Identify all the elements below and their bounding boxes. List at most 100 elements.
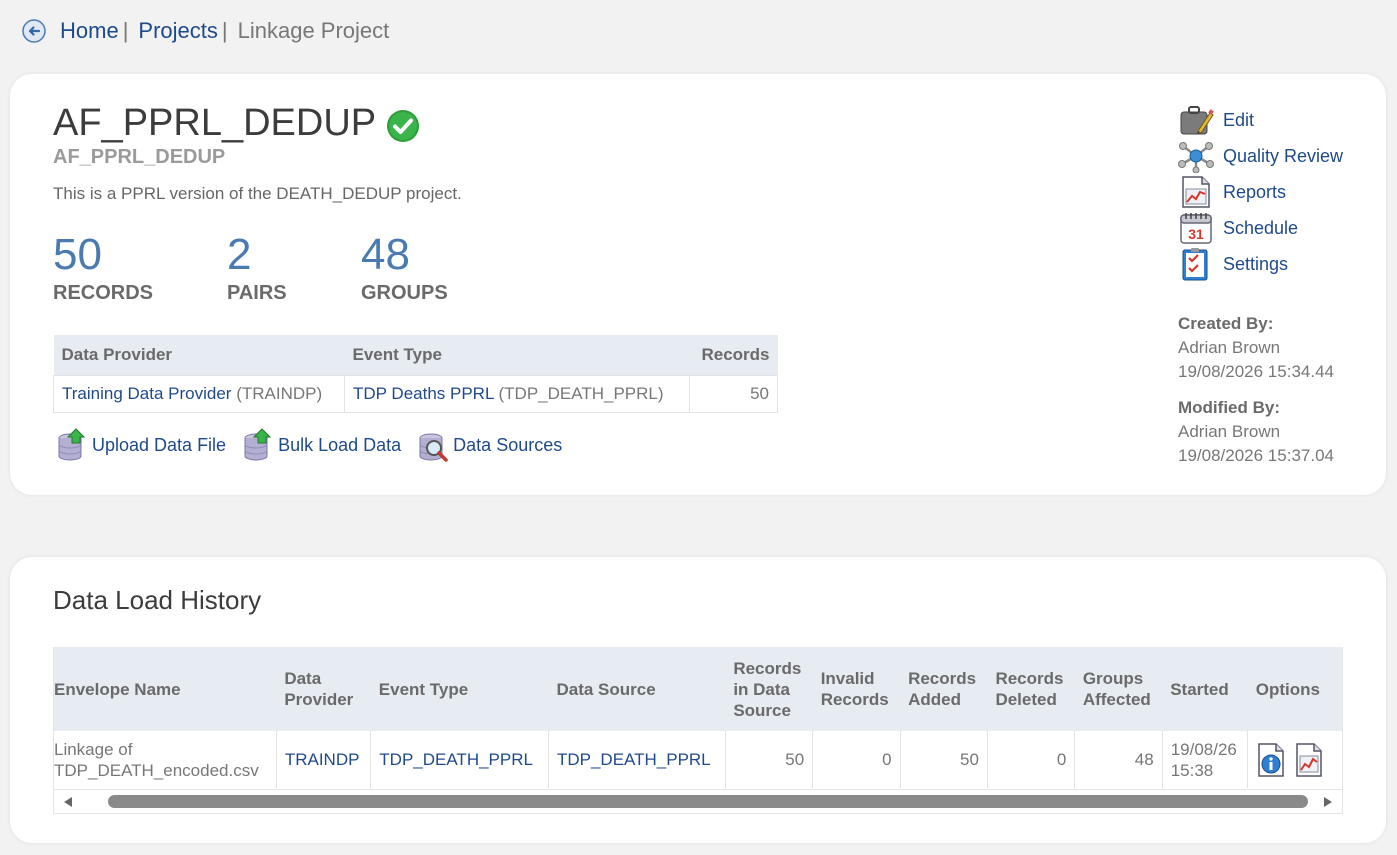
data-source-cell: TDP_DEATH_PPRL xyxy=(548,731,726,788)
options-cell xyxy=(1248,731,1342,788)
info-document-icon[interactable] xyxy=(1256,742,1286,778)
provider-link[interactable]: Training Data Provider xyxy=(62,384,231,403)
header-line: in Data xyxy=(733,679,790,699)
edit-menu-item[interactable]: Edit xyxy=(1178,102,1343,138)
stat-pairs: 2 PAIRS xyxy=(227,230,287,305)
schedule-link: Schedule xyxy=(1223,217,1299,238)
event-type-cell: TDP Deaths PPRL (TDP_DEATH_PPRL) xyxy=(344,374,690,413)
project-description: This is a PPRL version of the DEATH_DEDU… xyxy=(53,184,462,203)
upload-data-file-button[interactable]: Upload Data File xyxy=(56,428,226,462)
header-line: Records xyxy=(995,669,1064,688)
check-circle-icon xyxy=(387,109,420,142)
started-cell: 19/08/26 15:38 xyxy=(1162,731,1249,788)
event-type-link[interactable]: TDP_DEATH_PPRL xyxy=(379,750,533,769)
records-in-source-cell: 50 xyxy=(725,731,814,788)
stat-groups: 48 GROUPS xyxy=(361,230,448,305)
upload-data-file-label: Upload Data File xyxy=(92,434,227,455)
back-arrow-icon[interactable] xyxy=(22,19,46,43)
database-upload-icon xyxy=(58,428,86,461)
breadcrumb-projects-link[interactable]: Projects xyxy=(138,18,217,44)
column-header-event-type: Event Type xyxy=(344,335,690,375)
history-table: Envelope Name Data Provider Event Type D… xyxy=(54,647,1342,788)
header-line: Affected xyxy=(1082,690,1151,709)
svg-text:31: 31 xyxy=(1188,226,1204,242)
table-row: Training Data Provider (TRAINDP) TDP Dea… xyxy=(53,374,778,413)
horizontal-scrollbar[interactable] xyxy=(54,789,1342,813)
project-side-menu: Edit Quality Review Reports 31 Schedule … xyxy=(1178,102,1343,282)
modified-by-label: Modified By: xyxy=(1178,398,1280,417)
database-upload-icon xyxy=(244,428,272,461)
data-sources-label: Data Sources xyxy=(453,434,563,455)
scrollbar-thumb[interactable] xyxy=(108,795,1308,808)
started-time: 15:38 xyxy=(1170,760,1214,780)
header-line: Source xyxy=(733,700,791,720)
checklist-icon xyxy=(1182,248,1208,281)
stat-label: PAIRS xyxy=(227,282,287,304)
records-added-cell: 50 xyxy=(900,731,988,788)
scroll-right-arrow-icon[interactable] xyxy=(1324,797,1332,807)
column-header-records-deleted: Records Deleted xyxy=(987,647,1075,731)
event-type-code: (TDP_DEATH_PPRL) xyxy=(498,383,664,403)
header-line: Groups xyxy=(1082,669,1144,688)
column-header-data-provider: Data Provider xyxy=(53,335,345,375)
stat-records: 50 RECORDS xyxy=(53,230,153,305)
event-type-link[interactable]: TDP Deaths PPRL xyxy=(353,384,494,403)
schedule-menu-item[interactable]: 31 Schedule xyxy=(1178,210,1343,246)
breadcrumb-separator: | xyxy=(221,18,228,43)
settings-menu-item[interactable]: Settings xyxy=(1178,246,1343,282)
project-code: AF_PPRL_DEDUP xyxy=(53,146,226,168)
envelope-name-cell: Linkage of TDP_DEATH_encoded.csv xyxy=(54,731,277,788)
report-chart-icon[interactable] xyxy=(1294,742,1324,778)
column-header-data-provider: Data Provider xyxy=(276,647,371,731)
data-sources-button[interactable]: Data Sources xyxy=(417,428,562,462)
provider-code: (TRAINDP) xyxy=(236,383,323,403)
column-header-records-in-source: Records in Data Source xyxy=(725,647,813,731)
data-source-link[interactable]: TDP_DEATH_PPRL xyxy=(557,750,711,769)
report-chart-icon xyxy=(1182,176,1210,208)
header-line: Records xyxy=(908,669,977,688)
provider-cell: TRAINDP xyxy=(276,731,372,788)
modified-by-name: Adrian Brown xyxy=(1178,422,1281,441)
column-header-envelope-name: Envelope Name xyxy=(54,647,277,731)
records-cell: 50 xyxy=(689,374,778,413)
created-by-block: Created By: Adrian Brown 19/08/2026 15:3… xyxy=(1178,312,1334,384)
invalid-records-cell: 0 xyxy=(812,731,901,788)
data-provider-table: Data Provider Event Type Records Trainin… xyxy=(53,335,778,413)
column-header-started: Started xyxy=(1162,647,1248,731)
briefcase-edit-icon xyxy=(1180,106,1214,135)
header-line: Added xyxy=(908,690,961,709)
column-header-records-added: Records Added xyxy=(900,647,988,731)
envelope-line: TDP_DEATH_encoded.csv xyxy=(54,760,259,780)
data-load-history-card: Data Load History Envelope Name Data Pro… xyxy=(10,557,1386,843)
breadcrumb: Home | Projects | Linkage Project xyxy=(22,14,389,48)
data-actions: Upload Data File Bulk Load Data Data Sou… xyxy=(56,428,578,462)
provider-cell: Training Data Provider (TRAINDP) xyxy=(53,374,345,413)
stat-label: GROUPS xyxy=(361,282,448,304)
stat-label: RECORDS xyxy=(53,282,154,304)
breadcrumb-current: Linkage Project xyxy=(237,18,390,43)
created-by-label: Created By: xyxy=(1178,314,1274,333)
header-line: Provider xyxy=(284,690,354,709)
modified-date: 19/08/2026 15:37.04 xyxy=(1178,446,1334,465)
settings-link: Settings xyxy=(1223,253,1289,274)
header-line: Records xyxy=(733,658,802,678)
event-type-cell: TDP_DEATH_PPRL xyxy=(370,731,549,788)
quality-review-menu-item[interactable]: Quality Review xyxy=(1178,138,1343,174)
history-table-scroll-area[interactable]: Envelope Name Data Provider Event Type D… xyxy=(53,647,1343,814)
quality-review-link: Quality Review xyxy=(1223,145,1344,166)
groups-affected-cell: 48 xyxy=(1074,731,1163,788)
stat-value: 2 xyxy=(227,230,252,279)
header-line: Records xyxy=(820,690,889,709)
scroll-left-arrow-icon[interactable] xyxy=(64,797,72,807)
header-line: Data xyxy=(284,669,322,688)
records-deleted-cell: 0 xyxy=(987,731,1076,788)
created-by-name: Adrian Brown xyxy=(1178,338,1281,357)
column-header-data-source: Data Source xyxy=(548,647,726,731)
bulk-load-data-label: Bulk Load Data xyxy=(278,434,402,455)
table-row: Linkage of TDP_DEATH_encoded.csv TRAINDP… xyxy=(54,731,1342,788)
provider-link[interactable]: TRAINDP xyxy=(285,750,360,769)
bulk-load-data-button[interactable]: Bulk Load Data xyxy=(242,428,401,462)
reports-menu-item[interactable]: Reports xyxy=(1178,174,1343,210)
network-icon xyxy=(1178,142,1214,173)
breadcrumb-home-link[interactable]: Home xyxy=(60,18,119,44)
